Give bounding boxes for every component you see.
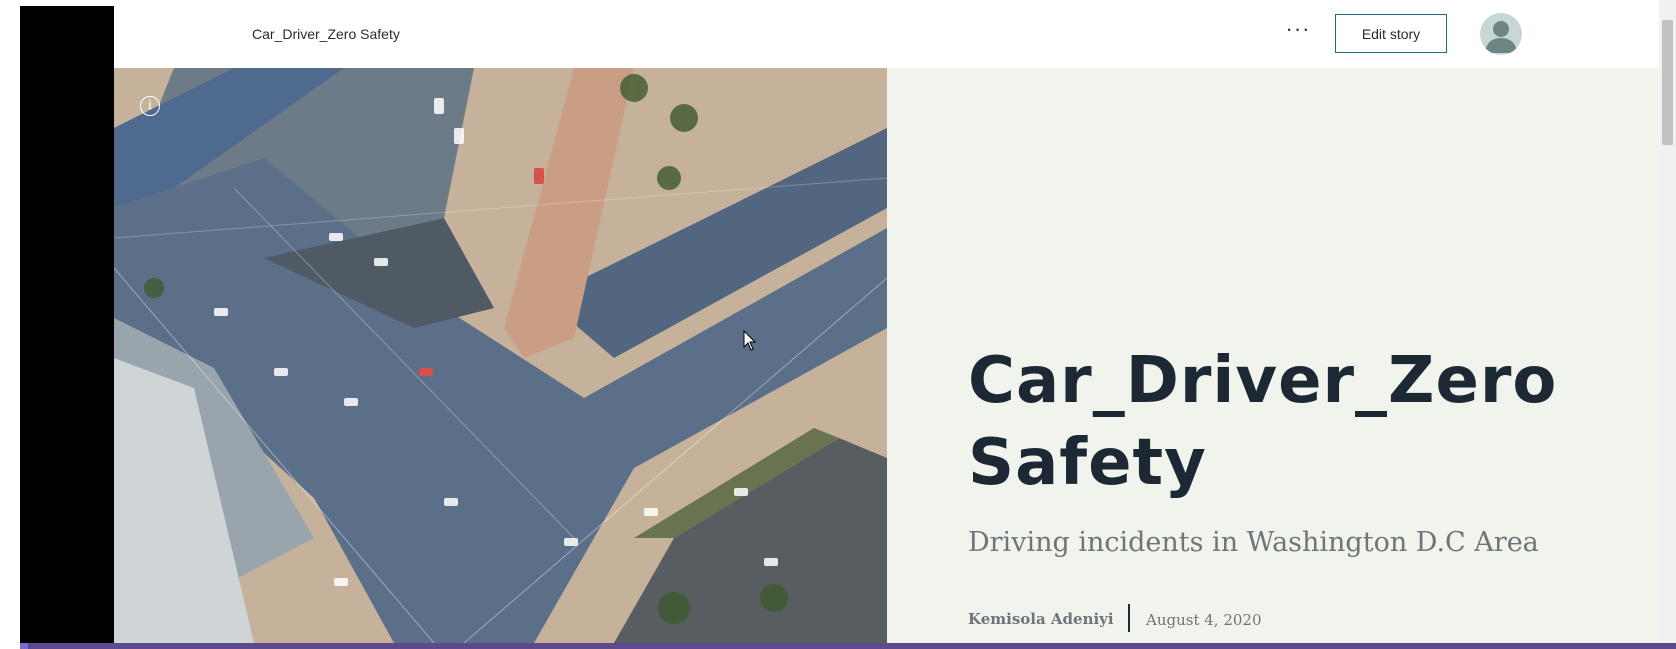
- scrollbar-thumb[interactable]: [1662, 20, 1673, 145]
- story-title-line1: Car_Driver_Zero: [968, 344, 1558, 418]
- user-avatar[interactable]: [1480, 13, 1522, 55]
- left-black-bar: [20, 6, 114, 643]
- header-story-title: Car_Driver_Zero Safety: [252, 26, 400, 42]
- story-author: Kemisola Adeniyi: [968, 610, 1114, 628]
- bottom-progress-fill: [20, 643, 28, 649]
- byline-divider: [1128, 604, 1130, 632]
- story-subtitle: Driving incidents in Washington D.C Area: [968, 527, 1539, 558]
- more-options-button[interactable]: ···: [1280, 18, 1316, 49]
- image-info-icon[interactable]: i: [140, 96, 160, 116]
- mouse-cursor-icon: [743, 330, 757, 351]
- story-title: Car_Driver_Zero Safety: [968, 340, 1608, 504]
- story-header: Car_Driver_Zero Safety ··· Edit story: [114, 0, 1659, 68]
- story-title-line2: Safety: [968, 426, 1207, 500]
- edit-story-button[interactable]: Edit story: [1335, 14, 1447, 53]
- user-icon: [1485, 21, 1517, 53]
- story-date: August 4, 2020: [1146, 611, 1262, 629]
- bottom-progress-bar: [20, 643, 1676, 649]
- hero-image: [114, 68, 887, 643]
- aerial-intersection-image: [114, 68, 887, 643]
